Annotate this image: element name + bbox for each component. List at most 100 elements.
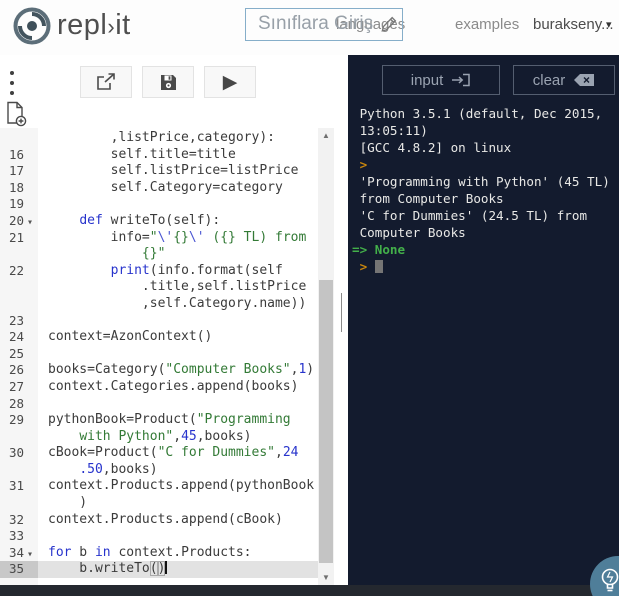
line-number bbox=[0, 279, 38, 296]
console-pane[interactable]: input clear Python 3.5.1 (default, Dec 2… bbox=[348, 55, 619, 585]
console-line: > bbox=[352, 258, 618, 275]
code-line: info="\'{}\' ({} TL) from bbox=[48, 229, 307, 245]
scroll-down-icon[interactable]: ▼ bbox=[318, 573, 334, 582]
run-button[interactable]: ▶ bbox=[204, 66, 256, 98]
code-row[interactable]: 25 bbox=[0, 346, 334, 363]
replit-app: repl›it languages examples burakseny... … bbox=[0, 0, 619, 596]
clear-button-label: clear bbox=[532, 71, 566, 89]
code-line: ) bbox=[48, 495, 88, 511]
code-row[interactable]: 31 context.Products.append(pythonBook bbox=[0, 478, 334, 495]
pencil-icon[interactable] bbox=[381, 15, 398, 32]
run-icon: ▶ bbox=[222, 71, 238, 93]
code-row[interactable]: 24 context=AzonContext() bbox=[0, 329, 334, 346]
code-row[interactable]: 35 b.writeTo() bbox=[0, 561, 334, 579]
code-line: context.Products.append(cBook) bbox=[48, 511, 283, 527]
line-number: 30 bbox=[9, 445, 25, 461]
editor-pane: ▶ ,listPrice,category): 16 self.title=tit… bbox=[0, 55, 348, 585]
code-row[interactable]: ,self.Category.name)) bbox=[0, 296, 334, 313]
line-number: 22 bbox=[9, 262, 25, 278]
code-line: {}" bbox=[141, 246, 166, 262]
brand-wordmark[interactable]: repl›it bbox=[57, 9, 131, 42]
line-number: 25 bbox=[9, 345, 25, 361]
scrollbar-thumb[interactable] bbox=[319, 280, 333, 563]
replit-logo-icon[interactable] bbox=[12, 6, 52, 46]
fold-caret-icon[interactable]: ▾ bbox=[27, 217, 33, 228]
line-number: 35 bbox=[0, 561, 38, 579]
code-row[interactable]: .title,self.listPrice bbox=[0, 279, 334, 296]
kebab-menu-icon[interactable] bbox=[10, 71, 15, 101]
line-number: 23 bbox=[9, 312, 25, 328]
enter-into-box-icon bbox=[452, 73, 471, 87]
user-menu[interactable]: burakseny... bbox=[533, 16, 614, 33]
console-line: from Computer Books bbox=[352, 191, 504, 206]
code-row[interactable]: 33 bbox=[0, 528, 334, 545]
console-line: Python 3.5.1 (default, Dec 2015, bbox=[352, 106, 603, 121]
code-row[interactable]: 20 ▾ def writeTo(self): bbox=[0, 213, 334, 230]
share-button[interactable] bbox=[80, 66, 132, 98]
code-row[interactable]: with Python",45,books) bbox=[0, 429, 334, 446]
code-row[interactable]: 32 context.Products.append(cBook) bbox=[0, 512, 334, 529]
code-line: books=Category("Computer Books",1) bbox=[48, 362, 315, 378]
nav-link-examples[interactable]: examples bbox=[455, 16, 519, 33]
line-number: 24 bbox=[9, 329, 25, 345]
console-cursor bbox=[374, 260, 383, 273]
code-row[interactable]: 19 bbox=[0, 196, 334, 213]
code-line: pythonBook=Product("Programming bbox=[48, 412, 291, 428]
code-editor[interactable]: ,listPrice,category): 16 self.title=title… bbox=[0, 128, 348, 585]
text-cursor bbox=[165, 561, 168, 575]
code-row[interactable]: 16 self.title=title bbox=[0, 147, 334, 164]
code-row[interactable]: {}" bbox=[0, 246, 334, 263]
code-row[interactable]: 17 self.listPrice=listPrice bbox=[0, 163, 334, 180]
code-row[interactable]: 23 bbox=[0, 313, 334, 330]
code-row[interactable]: .50,books) bbox=[0, 462, 334, 479]
code-row[interactable]: 26 books=Category("Computer Books",1) bbox=[0, 362, 334, 379]
console-line: 'C for Dummies' (24.5 TL) from bbox=[352, 208, 588, 223]
code-row[interactable]: 29 pythonBook=Product("Programming bbox=[0, 412, 334, 429]
code-line: context.Categories.append(books) bbox=[48, 378, 299, 394]
code-row[interactable]: ) bbox=[0, 495, 334, 512]
code-row[interactable]: 28 bbox=[0, 396, 334, 413]
line-number bbox=[0, 429, 38, 446]
line-number: 20 ▾ bbox=[9, 212, 34, 228]
line-number: 26 bbox=[9, 362, 25, 378]
line-number: 34 ▾ bbox=[9, 544, 34, 560]
console-line: Computer Books bbox=[352, 225, 466, 240]
code-rows: ,listPrice,category): 16 self.title=title… bbox=[0, 130, 334, 579]
code-line: ,listPrice,category): bbox=[48, 130, 275, 145]
line-number: 21 bbox=[9, 229, 25, 245]
repl-title-text[interactable]: Sınıflara Giriş bbox=[258, 13, 373, 35]
code-row[interactable]: 30 cBook=Product("C for Dummies",24 bbox=[0, 445, 334, 462]
code-line: cBook=Product("C for Dummies",24 bbox=[48, 445, 299, 461]
line-number: 18 bbox=[9, 179, 25, 195]
save-button[interactable] bbox=[142, 66, 194, 98]
new-file-icon[interactable] bbox=[5, 101, 27, 127]
input-button[interactable]: input bbox=[382, 65, 500, 95]
input-button-label: input bbox=[410, 71, 444, 89]
share-icon bbox=[97, 73, 115, 90]
code-row[interactable]: ,listPrice,category): bbox=[0, 130, 334, 147]
code-row[interactable]: 34 ▾ for b in context.Products: bbox=[0, 545, 334, 562]
console-line: => None bbox=[352, 242, 406, 257]
line-number bbox=[0, 130, 38, 147]
line-number: 31 bbox=[9, 478, 25, 494]
pane-resize-handle[interactable] bbox=[341, 293, 342, 332]
code-row[interactable]: 22 print(info.format(self bbox=[0, 263, 334, 280]
console-line: [GCC 4.8.2] on linux bbox=[352, 140, 512, 155]
line-number: 32 bbox=[9, 511, 25, 527]
code-line: .title,self.listPrice bbox=[48, 279, 307, 295]
console-line: 'Programming with Python' (45 TL) bbox=[352, 174, 610, 189]
code-row[interactable]: 18 self.Category=category bbox=[0, 180, 334, 197]
line-number: 16 bbox=[9, 146, 25, 162]
caret-down-icon[interactable]: ▾ bbox=[606, 18, 612, 31]
scroll-up-icon[interactable]: ▲ bbox=[318, 131, 334, 140]
code-row[interactable]: 27 context.Categories.append(books) bbox=[0, 379, 334, 396]
code-line: for b in context.Products: bbox=[48, 544, 252, 560]
footer-bar bbox=[0, 585, 619, 596]
fold-caret-icon[interactable]: ▾ bbox=[27, 549, 33, 560]
clear-button[interactable]: clear bbox=[513, 65, 615, 95]
code-row[interactable]: 21 info="\'{}\' ({} TL) from bbox=[0, 230, 334, 247]
line-number: 19 bbox=[9, 196, 25, 212]
editor-scrollbar[interactable]: ▲ ▼ bbox=[318, 128, 334, 585]
